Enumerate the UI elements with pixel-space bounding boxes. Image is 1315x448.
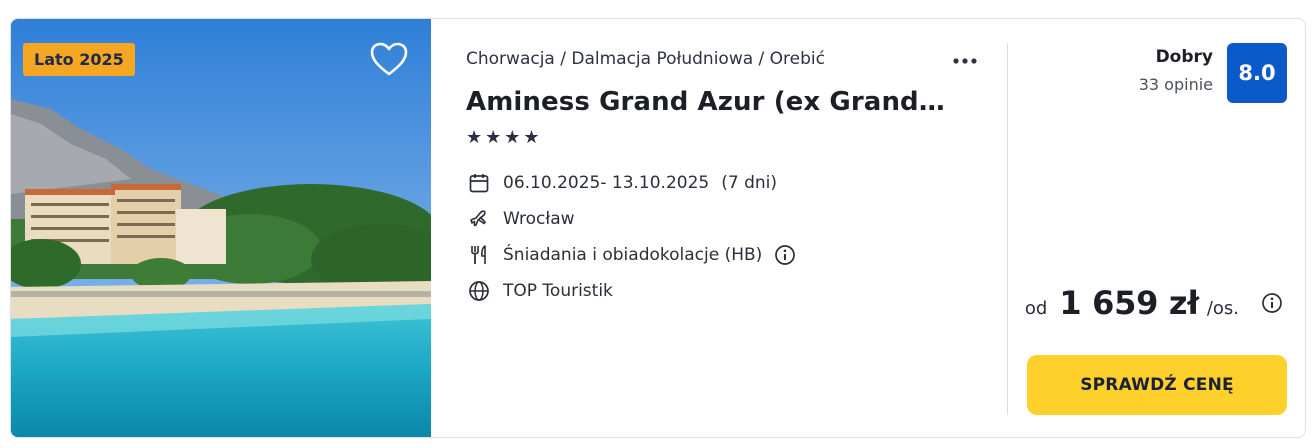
hotel-stars: ★★★★ (466, 127, 543, 148)
hotel-name[interactable]: Aminess Grand Azur (ex Grand… (466, 87, 945, 117)
location-breadcrumb[interactable]: Chorwacja / Dalmacja Południowa / Orebić (466, 49, 825, 69)
departure-text: Wrocław (503, 209, 575, 229)
heart-outline-icon[interactable] (367, 39, 411, 79)
hotel-photo[interactable]: Lato 2025 (11, 19, 431, 437)
price-info-icon[interactable] (1261, 292, 1283, 314)
plane-icon (466, 207, 492, 231)
check-price-button[interactable]: SPRAWDŹ CENĘ (1027, 355, 1287, 415)
calendar-icon (466, 171, 492, 195)
rating-score-badge: 8.0 (1227, 43, 1287, 103)
ellipsis-icon[interactable] (948, 51, 982, 71)
divider (1007, 43, 1008, 415)
tour-operator: TOP Touristik (466, 279, 613, 303)
dates-text: 06.10.2025- 13.10.2025 (503, 173, 710, 193)
favorite-button[interactable] (367, 39, 411, 79)
globe-icon (466, 279, 492, 303)
travel-dates: 06.10.2025- 13.10.2025 (7 dni) (466, 171, 777, 195)
operator-text: TOP Touristik (503, 281, 613, 301)
more-options-button[interactable] (948, 51, 982, 71)
rating-label: Dobry (1155, 47, 1213, 67)
price-unit: /os. (1206, 298, 1239, 319)
offer-info: Chorwacja / Dalmacja Południowa / Orebić… (466, 19, 1006, 437)
rating-count[interactable]: 33 opinie (1139, 75, 1213, 94)
info-icon[interactable] (774, 244, 796, 266)
cutlery-icon (466, 243, 492, 267)
price-value: 1 659 zł (1059, 284, 1199, 322)
price: od 1 659 zł /os. (1025, 284, 1283, 322)
season-badge: Lato 2025 (23, 43, 135, 76)
hotel-photo-illustration (11, 19, 431, 437)
price-prefix: od (1024, 298, 1048, 319)
offer-card[interactable]: Lato 2025 Chorwacja / Dalmacja Południow… (10, 18, 1306, 438)
duration-text: (7 dni) (721, 173, 777, 193)
board-type: Śniadania i obiadokolacje (HB) (466, 243, 796, 267)
departure-city: Wrocław (466, 207, 575, 231)
board-text: Śniadania i obiadokolacje (HB) (503, 245, 763, 265)
